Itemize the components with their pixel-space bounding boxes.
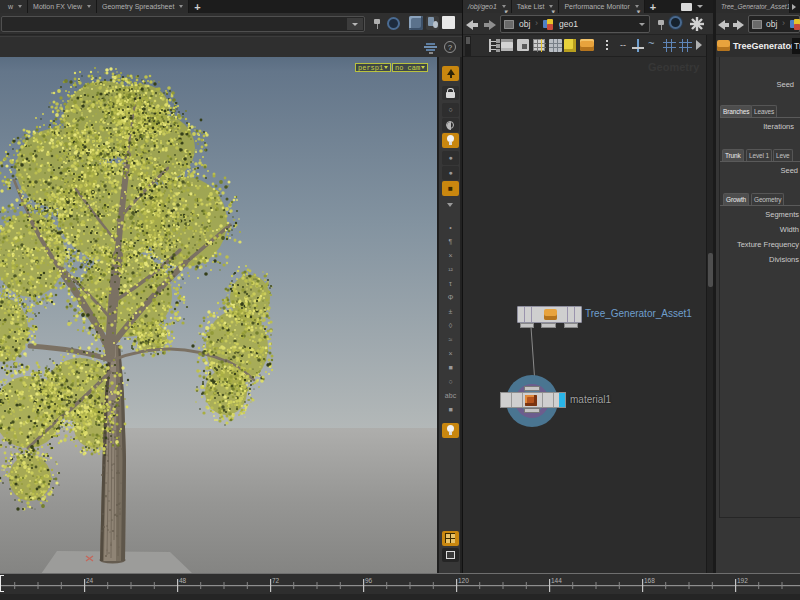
svg-text:48: 48 [179, 577, 187, 584]
svg-text:120: 120 [458, 577, 469, 584]
svg-text:72: 72 [272, 577, 280, 584]
svg-text:168: 168 [644, 577, 655, 584]
svg-text:192: 192 [737, 577, 748, 584]
svg-text:24: 24 [86, 577, 94, 584]
svg-text:144: 144 [551, 577, 562, 584]
svg-text:96: 96 [365, 577, 373, 584]
